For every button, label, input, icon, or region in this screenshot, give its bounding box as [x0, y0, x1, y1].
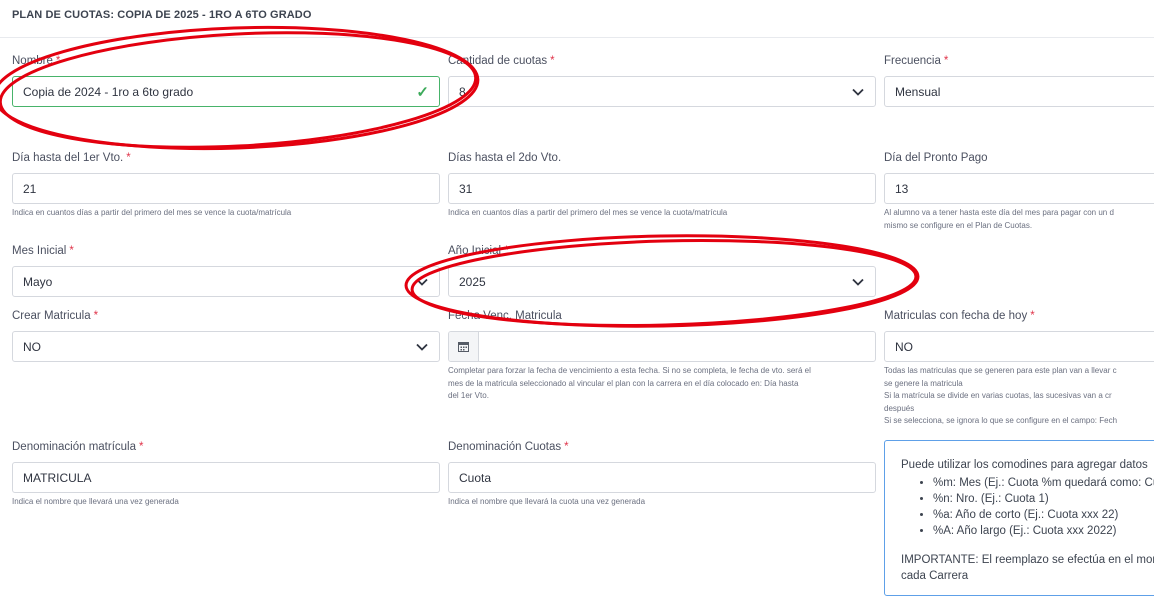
info-intro: Puede utilizar los comodines para agrega… [901, 459, 1148, 471]
chevron-down-icon [415, 275, 429, 289]
matriculas-fecha-hoy-value: NO [895, 339, 913, 354]
dias-2do-vto-help: Indica en cuantos días a partir del prim… [448, 208, 728, 217]
cantidad-cuotas-value: 8 [459, 84, 466, 99]
dia-pronto-pago-input[interactable]: 13 [884, 173, 1154, 204]
crear-matricula-select[interactable]: NO [12, 331, 440, 362]
fecha-venc-matricula-input[interactable] [448, 331, 876, 362]
matriculas-fecha-hoy-select[interactable]: NO [884, 331, 1154, 362]
dia-1er-vto-label: Día hasta del 1er Vto. * [12, 152, 131, 164]
dias-2do-vto-label: Días hasta el 2do Vto. [448, 152, 562, 164]
mes-inicial-select[interactable]: Mayo [12, 266, 440, 297]
list-item: %A: Año largo (Ej.: Cuota xxx 2022) [933, 523, 1154, 539]
frecuencia-select[interactable]: Mensual [884, 76, 1154, 107]
denominacion-cuotas-help: Indica el nombre que llevará la cuota un… [448, 497, 646, 506]
denominacion-matricula-help: Indica el nombre que llevará una vez gen… [12, 497, 179, 506]
list-item: %m: Mes (Ej.: Cuota %m quedará como: Cu [933, 475, 1154, 491]
denominacion-matricula-input[interactable]: MATRICULA [12, 462, 440, 493]
mes-inicial-label: Mes Inicial * [12, 245, 74, 257]
denominacion-cuotas-input[interactable]: Cuota [448, 462, 876, 493]
frecuencia-label: Frecuencia * [884, 55, 949, 67]
calendar-icon[interactable] [449, 332, 479, 361]
mes-inicial-value: Mayo [23, 274, 53, 289]
list-item: %n: Nro. (Ej.: Cuota 1) [933, 491, 1154, 507]
anio-inicial-label: Año Inicial * [448, 245, 509, 257]
cantidad-cuotas-label: Cantidad de cuotas * [448, 55, 555, 67]
fecha-venc-matricula-label: Fecha Venc. Matricula [448, 310, 562, 322]
dias-2do-vto-input[interactable]: 31 [448, 173, 876, 204]
dia-1er-vto-value: 21 [23, 181, 37, 196]
anio-inicial-select[interactable]: 2025 [448, 266, 876, 297]
dia-pronto-pago-value: 13 [895, 181, 909, 196]
header-divider [0, 37, 1154, 38]
list-item: %a: Año de corto (Ej.: Cuota xxx 22) [933, 507, 1154, 523]
chevron-down-icon [415, 340, 429, 354]
wildcards-list: %m: Mes (Ej.: Cuota %m quedará como: Cu … [901, 475, 1154, 539]
frecuencia-value: Mensual [895, 84, 941, 99]
denominacion-matricula-value: MATRICULA [23, 470, 92, 485]
check-icon: ✓ [416, 83, 429, 101]
matriculas-fecha-hoy-label: Matriculas con fecha de hoy * [884, 310, 1035, 322]
denominacion-cuotas-value: Cuota [459, 470, 492, 485]
info-important: IMPORTANTE: El reemplazo se efectúa en e… [901, 554, 1154, 582]
fecha-venc-matricula-help: Completar para forzar la fecha de vencim… [448, 366, 811, 400]
chevron-down-icon [851, 85, 865, 99]
dia-pronto-pago-label: Día del Pronto Pago [884, 152, 988, 164]
denominacion-cuotas-label: Denominación Cuotas * [448, 441, 569, 453]
wildcards-info-box: Puede utilizar los comodines para agrega… [884, 440, 1154, 596]
nombre-label: Nombre * [12, 55, 61, 67]
anio-inicial-value: 2025 [459, 274, 486, 289]
dia-1er-vto-help: Indica en cuantos días a partir del prim… [12, 208, 292, 217]
nombre-input[interactable]: Copia de 2024 - 1ro a 6to grado ✓ [12, 76, 440, 107]
matriculas-fecha-hoy-help: Todas las matriculas que se generen para… [884, 366, 1118, 425]
chevron-down-icon [851, 275, 865, 289]
crear-matricula-label: Crear Matricula * [12, 310, 99, 322]
page-title: PLAN DE CUOTAS: COPIA DE 2025 - 1RO A 6T… [12, 9, 312, 21]
denominacion-matricula-label: Denominación matrícula * [12, 441, 144, 453]
nombre-value: Copia de 2024 - 1ro a 6to grado [23, 84, 194, 99]
crear-matricula-value: NO [23, 339, 41, 354]
dia-pronto-pago-help: Al alumno va a tener hasta este día del … [884, 208, 1114, 230]
cantidad-cuotas-select[interactable]: 8 [448, 76, 876, 107]
dia-1er-vto-input[interactable]: 21 [12, 173, 440, 204]
dias-2do-vto-value: 31 [459, 181, 473, 196]
